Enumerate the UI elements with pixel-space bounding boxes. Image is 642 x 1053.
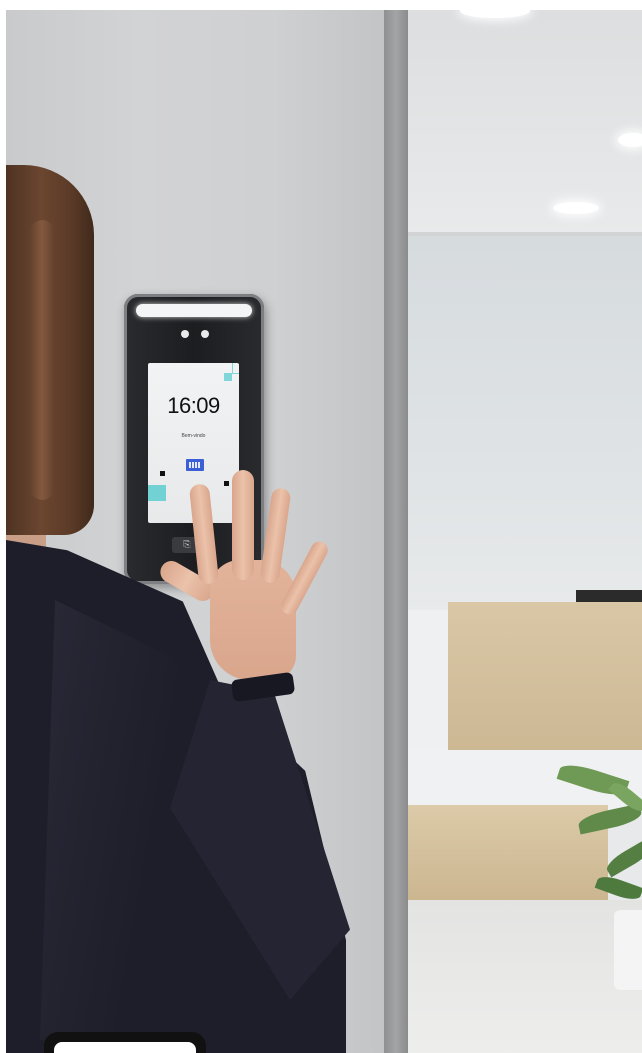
camera-lens-icon: [201, 330, 209, 338]
ceiling: [408, 10, 642, 235]
middle-finger: [232, 470, 254, 580]
wooden-bench: [408, 805, 608, 900]
desk-monitor: [576, 590, 642, 602]
reception-desk: [448, 602, 642, 750]
screen-subtitle: Bem-vindo: [181, 433, 206, 439]
floor: [408, 900, 642, 1053]
teal-marker: [148, 485, 166, 501]
camera-lens-icon: [181, 330, 189, 338]
plant-leaf: [603, 838, 642, 878]
image-border-left: [0, 0, 6, 1053]
back-wall: [408, 236, 642, 616]
screen-clock: 16:09: [167, 393, 220, 418]
qr-code-icon: [186, 459, 204, 471]
corner-marker-icon: [224, 373, 232, 381]
corner-bracket-icon: [232, 363, 239, 374]
phone-screen: [54, 1042, 196, 1053]
dot-marker-icon: [224, 481, 229, 486]
ceiling-light: [553, 202, 599, 214]
hand-palm: [210, 560, 296, 680]
door-frame: [384, 10, 408, 1053]
terminal-light-bar: [136, 304, 252, 317]
photo-scene: 16:09 Bem-vindo ⎘: [0, 0, 642, 1053]
ceiling-light: [618, 133, 642, 147]
image-border-top: [0, 0, 642, 10]
office-background: [408, 10, 642, 1053]
hair-highlight: [30, 220, 54, 500]
dot-marker-icon: [160, 471, 165, 476]
plant-pot: [614, 910, 642, 990]
